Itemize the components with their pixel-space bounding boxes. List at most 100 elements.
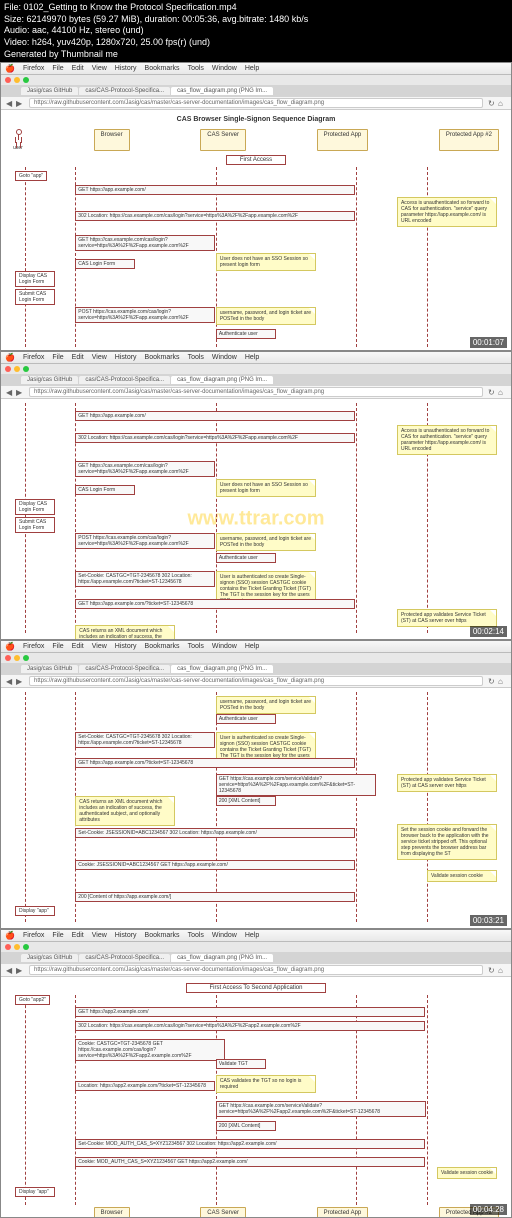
menu-file[interactable]: File: [52, 65, 63, 72]
window-max-icon[interactable]: [23, 944, 29, 950]
window-min-icon[interactable]: [14, 366, 20, 372]
reload-icon[interactable]: ↻: [488, 677, 496, 685]
menu-tools[interactable]: Tools: [188, 65, 204, 72]
macos-menubar[interactable]: 🍎 FirefoxFileEditViewHistoryBookmarksToo…: [1, 930, 511, 942]
tab-spec[interactable]: cas/CAS-Protocol-Specifica...: [79, 87, 170, 95]
menu-view[interactable]: View: [92, 65, 107, 72]
submit-form: Submit CAS Login Form: [15, 289, 55, 305]
menu-window[interactable]: Window: [212, 65, 237, 72]
tab-diagram[interactable]: cas_flow_diagram.png (PNG Im...: [171, 87, 273, 95]
msg-get-ticket: GET https://app.example.com/?ticket=ST-1…: [75, 758, 355, 768]
menu-bookmarks[interactable]: Bookmarks: [145, 65, 180, 72]
apple-icon[interactable]: 🍎: [5, 64, 15, 73]
msg-login-form: CAS Login Form: [75, 259, 135, 269]
menu-history[interactable]: History: [115, 65, 137, 72]
home-icon[interactable]: ⌂: [498, 966, 506, 974]
menu-firefox[interactable]: Firefox: [23, 65, 44, 72]
timestamp-2: 00:02:14: [470, 626, 507, 637]
menu-help[interactable]: Help: [245, 65, 259, 72]
window-max-icon[interactable]: [23, 77, 29, 83]
macos-menubar[interactable]: 🍎 FirefoxFileEditViewHistoryBookmarksToo…: [1, 641, 511, 653]
tab-github[interactable]: Jasig/cas GitHub: [21, 87, 78, 95]
timestamp-4: 00:04:28: [470, 1204, 507, 1215]
msg-set-cookie: Set-Cookie: CASTGC=TGT-2345678 302 Locat…: [75, 571, 215, 587]
note-app-validates: Protected app validates Service Ticket (…: [397, 609, 497, 627]
note-unauth: Access is unauthenticated so forward to …: [397, 425, 497, 455]
actor-app1-b: Protected App: [317, 1207, 369, 1217]
goto-app: Goto "app": [15, 171, 47, 181]
macos-menubar[interactable]: 🍎 Firefox File Edit View History Bookmar…: [1, 63, 511, 75]
home-icon[interactable]: ⌂: [498, 677, 506, 685]
note-validate-cookie: Validate session cookie: [427, 870, 497, 882]
note-post-creds: username, password, and login ticket are…: [216, 696, 316, 714]
msg-location: Location: https://app2.example.com/?tick…: [75, 1081, 215, 1091]
back-icon[interactable]: ◀: [6, 677, 14, 685]
window-close-icon[interactable]: [5, 366, 11, 372]
msg-login-form: CAS Login Form: [75, 485, 135, 495]
back-icon[interactable]: ◀: [6, 388, 14, 396]
user-icon: [13, 129, 23, 145]
window-min-icon[interactable]: [14, 655, 20, 661]
window-close-icon[interactable]: [5, 77, 11, 83]
reload-icon[interactable]: ↻: [488, 966, 496, 974]
window-close-icon[interactable]: [5, 655, 11, 661]
window-min-icon[interactable]: [14, 77, 20, 83]
msg-200: 200 [Content of https://app.example.com/…: [75, 892, 355, 902]
msg-set-cookie: Set-Cookie: CASTGC=TGT-2345678 302 Locat…: [75, 732, 215, 748]
note-unauth: Access is unauthenticated so forward to …: [397, 197, 497, 227]
macos-menubar[interactable]: 🍎 FirefoxFileEditViewHistoryBookmarksToo…: [1, 352, 511, 364]
diagram-title: CAS Browser Single-Signon Sequence Diagr…: [5, 116, 507, 123]
goto-app2: Goto "app2": [15, 995, 50, 1005]
window-min-icon[interactable]: [14, 944, 20, 950]
msg-validate2: GET https://cas.example.com/serviceValid…: [216, 1101, 426, 1117]
msg-auth: Authenticate user: [216, 714, 276, 724]
url-input[interactable]: https://raw.githubusercontent.com/Jasig/…: [29, 676, 483, 686]
browser-tabs[interactable]: Jasig/cas GitHub cas/CAS-Protocol-Specif…: [1, 85, 511, 97]
note-app-validates: Protected app validates Service Ticket (…: [397, 774, 497, 792]
thumbnail-frame-4: 🍎 FirefoxFileEditViewHistoryBookmarksToo…: [0, 929, 512, 1218]
home-icon[interactable]: ⌂: [498, 388, 506, 396]
msg-cookie-tgc: Cookie: CASTGC=TGT-2345678 GET https://c…: [75, 1039, 225, 1061]
display-app2: Display "app": [15, 1187, 55, 1197]
url-input[interactable]: https://raw.githubusercontent.com/Jasig/…: [29, 387, 483, 397]
msg-get-ticket: GET https://app.example.com/?ticket=ST-1…: [75, 599, 355, 609]
window-max-icon[interactable]: [23, 366, 29, 372]
window-max-icon[interactable]: [23, 655, 29, 661]
note-no-sso: User does not have an SSO Session so pre…: [216, 479, 316, 497]
forward-icon[interactable]: ▶: [16, 677, 24, 685]
msg-cookie-get2: Cookie: MOD_AUTH_CAS_S=XYZ1234567 GET ht…: [75, 1157, 425, 1167]
apple-icon[interactable]: 🍎: [5, 931, 15, 940]
msg-302: 302 Location: https://cas.example.com/ca…: [75, 211, 355, 221]
msg-validate: GET https://cas.example.com/serviceValid…: [216, 774, 376, 796]
msg-auth: Authenticate user: [216, 553, 276, 563]
forward-icon[interactable]: ▶: [16, 99, 24, 107]
window-close-icon[interactable]: [5, 944, 11, 950]
thumbnail-frame-1: 🍎 Firefox File Edit View History Bookmar…: [0, 62, 512, 351]
actor-browser-b: Browser: [94, 1207, 130, 1217]
thumbnail-frame-3: 🍎 FirefoxFileEditViewHistoryBookmarksToo…: [0, 640, 512, 929]
msg-get-login: GET https://cas.example.com/cas/login?se…: [75, 235, 215, 251]
note-xml-doc: CAS returns an XML document which includ…: [75, 625, 175, 639]
url-input[interactable]: https://raw.githubusercontent.com/Jasig/…: [29, 965, 483, 975]
actor-user: user: [13, 145, 23, 151]
reload-icon[interactable]: ↻: [488, 99, 496, 107]
msg-cookie-get: Cookie: JSESSIONID=ABC1234567 GET https:…: [75, 860, 355, 870]
menu-edit[interactable]: Edit: [72, 65, 84, 72]
thumbnail-frame-2: 🍎 FirefoxFileEditViewHistoryBookmarksToo…: [0, 351, 512, 640]
apple-icon[interactable]: 🍎: [5, 642, 15, 651]
back-icon[interactable]: ◀: [6, 99, 14, 107]
home-icon[interactable]: ⌂: [498, 99, 506, 107]
meta-audio: Audio: aac, 44100 Hz, stereo (und): [4, 25, 508, 37]
url-input[interactable]: https://raw.githubusercontent.com/Jasig/…: [29, 98, 483, 108]
note-tgt-valid: CAS validates the TGT so no login is req…: [216, 1075, 316, 1093]
forward-icon[interactable]: ▶: [16, 966, 24, 974]
forward-icon[interactable]: ▶: [16, 388, 24, 396]
submit-form: Submit CAS Login Form: [15, 517, 55, 533]
back-icon[interactable]: ◀: [6, 966, 14, 974]
apple-icon[interactable]: 🍎: [5, 353, 15, 362]
reload-icon[interactable]: ↻: [488, 388, 496, 396]
timestamp-1: 00:01:07: [470, 337, 507, 348]
msg-302-2: 302 Location: https://cas.example.com/ca…: [75, 1021, 425, 1031]
msg-validate-tgt: Validate TGT: [216, 1059, 266, 1069]
actor-browser: Browser: [94, 129, 130, 151]
